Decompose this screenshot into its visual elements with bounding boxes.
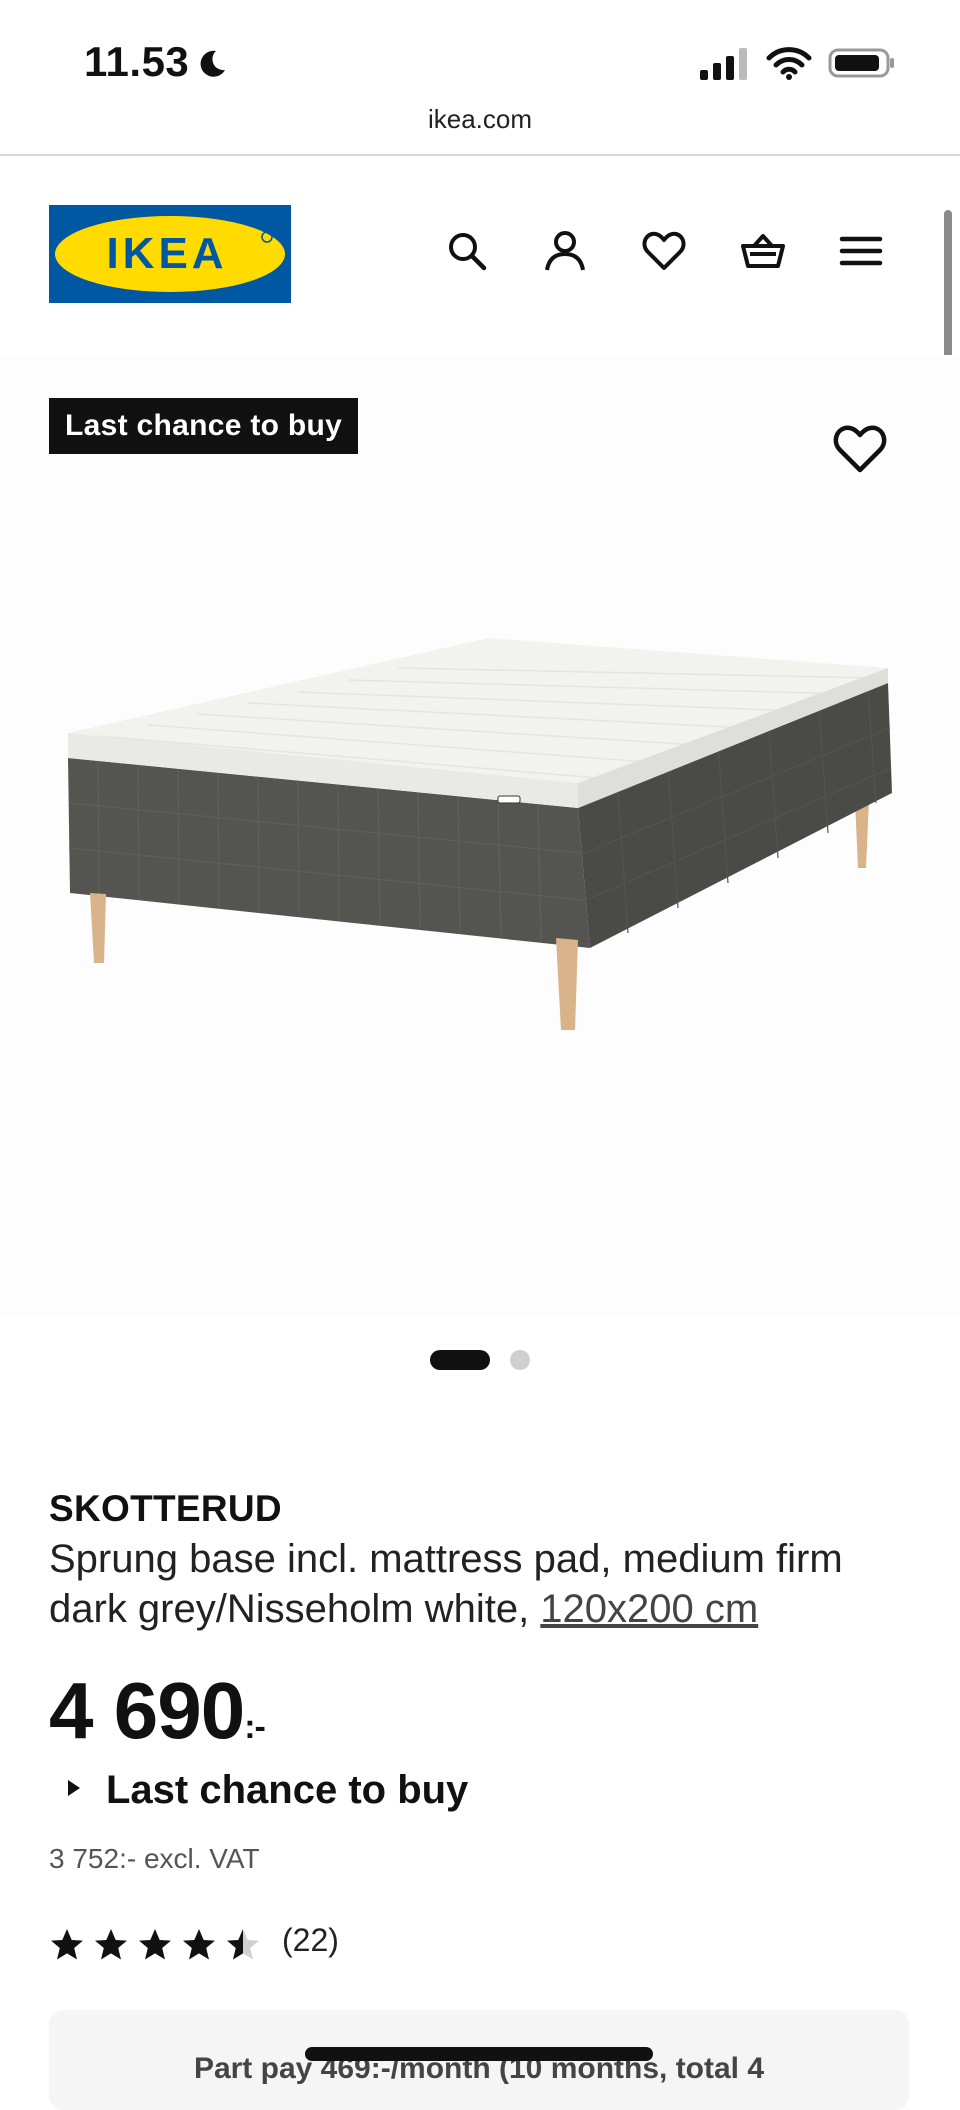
gallery-pagination[interactable] xyxy=(430,1348,530,1372)
svg-text:IKEA: IKEA xyxy=(106,229,227,278)
battery-icon xyxy=(828,48,894,78)
moon-icon xyxy=(200,50,225,77)
half-star-icon xyxy=(227,1929,259,1960)
star-icon xyxy=(95,1929,127,1960)
signal-icon xyxy=(700,48,747,80)
price-value: 4 690 xyxy=(49,1666,245,1755)
gallery-dot[interactable] xyxy=(510,1350,530,1370)
heart-icon[interactable] xyxy=(641,228,687,274)
home-indicator[interactable] xyxy=(305,2047,653,2061)
product-name: SKOTTERUD xyxy=(49,1488,282,1529)
gallery-dot-active[interactable] xyxy=(430,1350,490,1370)
browser-divider xyxy=(0,154,960,156)
expand-triangle-icon xyxy=(68,1780,80,1797)
ikea-logo[interactable]: IKEA xyxy=(49,205,291,303)
status-time: 11.53 xyxy=(84,38,190,85)
bed-illustration xyxy=(68,638,892,1030)
search-icon[interactable] xyxy=(444,228,490,274)
star-icon xyxy=(51,1929,83,1960)
menu-icon[interactable] xyxy=(838,228,884,274)
star-icon xyxy=(183,1929,215,1960)
last-chance-badge: Last chance to buy xyxy=(49,398,359,454)
price-excl-vat: 3 752:- excl. VAT xyxy=(49,1843,260,1874)
product-price: 4 690:- xyxy=(49,1665,266,1757)
star-icon xyxy=(139,1929,171,1960)
review-count[interactable]: (22) xyxy=(282,1922,339,1959)
rating-stars[interactable] xyxy=(49,1925,261,1965)
url-bar[interactable]: ikea.com xyxy=(0,104,960,135)
availability-toggle[interactable]: Last chance to buy xyxy=(68,1768,468,1813)
product-description: Sprung base incl. mattress pad, medium f… xyxy=(49,1534,919,1634)
price-suffix: :- xyxy=(244,1708,266,1746)
basket-icon[interactable] xyxy=(740,228,786,274)
favourite-heart-icon[interactable] xyxy=(830,418,890,478)
product-size-link[interactable]: 120x200 cm xyxy=(540,1587,758,1631)
wifi-icon xyxy=(766,47,812,80)
user-icon[interactable] xyxy=(542,228,588,274)
availability-label: Last chance to buy xyxy=(106,1768,469,1812)
